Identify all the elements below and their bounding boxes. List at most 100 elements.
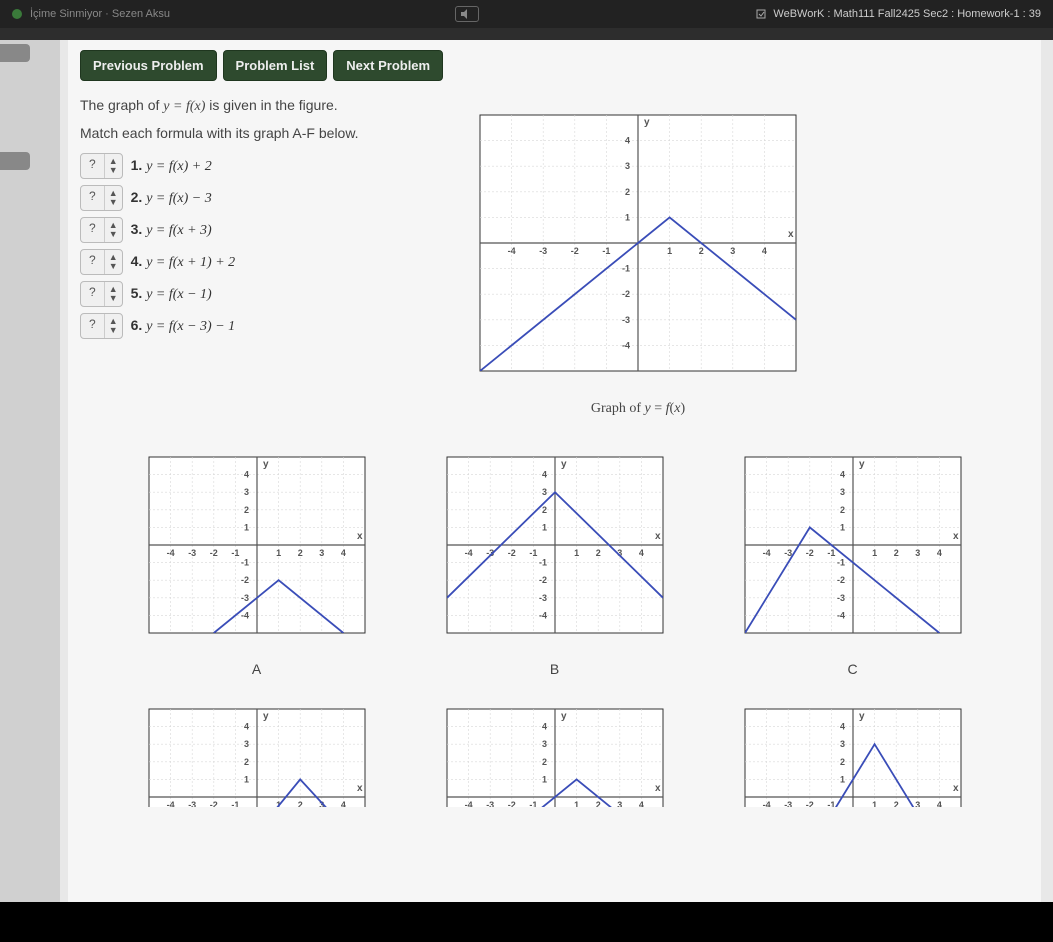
svg-text:-3: -3 [784, 800, 792, 807]
svg-text:-1: -1 [240, 558, 248, 568]
thumb-F: -4-3-2-11234-4-3-2-11234xy [718, 687, 988, 807]
select-value: ? [81, 154, 105, 178]
webwork-icon [755, 8, 767, 20]
thumb-row-1: -4-3-2-11234-4-3-2-11234xy A -4-3-2-1123… [80, 435, 1029, 677]
bottom-blackbar [0, 902, 1053, 942]
question-column: The graph of y = f(x) is given in the fi… [80, 93, 410, 345]
svg-text:-1: -1 [231, 548, 239, 558]
svg-text:-1: -1 [602, 246, 610, 256]
graph-F: -4-3-2-11234-4-3-2-11234xy [723, 687, 983, 807]
question-row: ?▲▼1. y = f(x) + 2 [80, 153, 410, 179]
svg-text:1: 1 [667, 246, 672, 256]
select-value: ? [81, 282, 105, 306]
svg-text:1: 1 [872, 800, 877, 807]
graph-A: -4-3-2-11234-4-3-2-11234xy [127, 435, 387, 655]
next-problem-button[interactable]: Next Problem [333, 50, 443, 81]
answer-select[interactable]: ?▲▼ [80, 313, 123, 339]
svg-text:-4: -4 [240, 610, 248, 620]
svg-text:-2: -2 [805, 548, 813, 558]
svg-text:-4: -4 [762, 800, 770, 807]
stepper-icon: ▲▼ [105, 250, 122, 274]
prev-problem-button[interactable]: Previous Problem [80, 50, 217, 81]
svg-text:2: 2 [297, 548, 302, 558]
select-value: ? [81, 314, 105, 338]
answer-select[interactable]: ?▲▼ [80, 153, 123, 179]
svg-text:3: 3 [617, 800, 622, 807]
svg-text:-2: -2 [805, 800, 813, 807]
svg-text:2: 2 [243, 757, 248, 767]
select-value: ? [81, 218, 105, 242]
intro-text: The graph of y = f(x) is given in the fi… [80, 97, 410, 115]
sidebar-handle[interactable] [0, 44, 30, 62]
svg-text:1: 1 [541, 774, 546, 784]
svg-text:y: y [263, 711, 269, 722]
thumb-C: -4-3-2-11234-4-3-2-11234xy C [718, 435, 988, 677]
svg-text:x: x [357, 531, 363, 542]
stepper-icon: ▲▼ [105, 282, 122, 306]
svg-text:1: 1 [839, 522, 844, 532]
svg-text:-4: -4 [508, 246, 516, 256]
svg-text:-4: -4 [166, 548, 174, 558]
svg-text:2: 2 [595, 548, 600, 558]
svg-text:4: 4 [243, 722, 248, 732]
svg-text:2: 2 [893, 800, 898, 807]
question-label: 3. y = f(x + 3) [131, 221, 212, 239]
sound-icon [455, 6, 479, 22]
svg-text:2: 2 [297, 800, 302, 807]
svg-text:-4: -4 [836, 610, 844, 620]
svg-text:3: 3 [839, 487, 844, 497]
question-label: 2. y = f(x) − 3 [131, 189, 212, 207]
question-label: 6. y = f(x − 3) − 1 [131, 317, 236, 335]
question-row: ?▲▼4. y = f(x + 1) + 2 [80, 249, 410, 275]
stepper-icon: ▲▼ [105, 154, 122, 178]
question-label: 5. y = f(x − 1) [131, 285, 212, 303]
svg-text:1: 1 [574, 548, 579, 558]
svg-text:-1: -1 [622, 264, 630, 274]
figure-caption: Graph of y = f(x) [428, 401, 848, 417]
svg-text:1: 1 [574, 800, 579, 807]
svg-text:2: 2 [541, 757, 546, 767]
svg-text:4: 4 [625, 136, 630, 146]
page-surface: Previous Problem Problem List Next Probl… [0, 40, 1053, 942]
svg-text:-1: -1 [231, 800, 239, 807]
record-icon [12, 9, 22, 19]
svg-text:y: y [644, 117, 650, 128]
svg-text:x: x [953, 783, 959, 794]
graph-B: -4-3-2-11234-4-3-2-11234xy [425, 435, 685, 655]
thumb-A: -4-3-2-11234-4-3-2-11234xy A [122, 435, 392, 677]
answer-select[interactable]: ?▲▼ [80, 217, 123, 243]
svg-text:-4: -4 [538, 610, 546, 620]
answer-select[interactable]: ?▲▼ [80, 281, 123, 307]
page-breadcrumb: WeBWorK : Math111 Fall2425 Sec2 : Homewo… [755, 8, 1041, 20]
svg-text:y: y [561, 711, 567, 722]
question-row: ?▲▼ 6. y = f(x − 3) − 1 [80, 313, 410, 339]
svg-text:4: 4 [340, 548, 345, 558]
svg-text:3: 3 [319, 548, 324, 558]
svg-text:x: x [655, 783, 661, 794]
svg-text:4: 4 [541, 470, 546, 480]
stepper-icon: ▲▼ [105, 314, 122, 338]
thumb-E: -4-3-2-11234-4-3-2-11234xy [420, 687, 690, 807]
select-value: ? [81, 186, 105, 210]
browser-topbar: İçime Sinmiyor · Sezen Aksu WeBWorK : Ma… [0, 0, 1053, 28]
main-figure: -4-3-2-11234-4-3-2-11234xy Graph of y = … [428, 93, 848, 417]
svg-text:2: 2 [699, 246, 704, 256]
svg-text:4: 4 [243, 470, 248, 480]
svg-text:1: 1 [872, 548, 877, 558]
svg-text:3: 3 [915, 548, 920, 558]
svg-text:-3: -3 [188, 800, 196, 807]
svg-text:3: 3 [839, 739, 844, 749]
svg-text:-4: -4 [166, 800, 174, 807]
svg-text:-2: -2 [507, 548, 515, 558]
answer-select[interactable]: ?▲▼ [80, 185, 123, 211]
answer-select[interactable]: ?▲▼ [80, 249, 123, 275]
graph-E: -4-3-2-11234-4-3-2-11234xy [425, 687, 685, 807]
svg-text:1: 1 [243, 522, 248, 532]
sidebar-handle[interactable] [0, 152, 30, 170]
problem-list-button[interactable]: Problem List [223, 50, 328, 81]
svg-text:-2: -2 [209, 800, 217, 807]
svg-text:2: 2 [839, 505, 844, 515]
svg-text:1: 1 [541, 522, 546, 532]
svg-text:-4: -4 [464, 548, 472, 558]
svg-text:-2: -2 [836, 575, 844, 585]
